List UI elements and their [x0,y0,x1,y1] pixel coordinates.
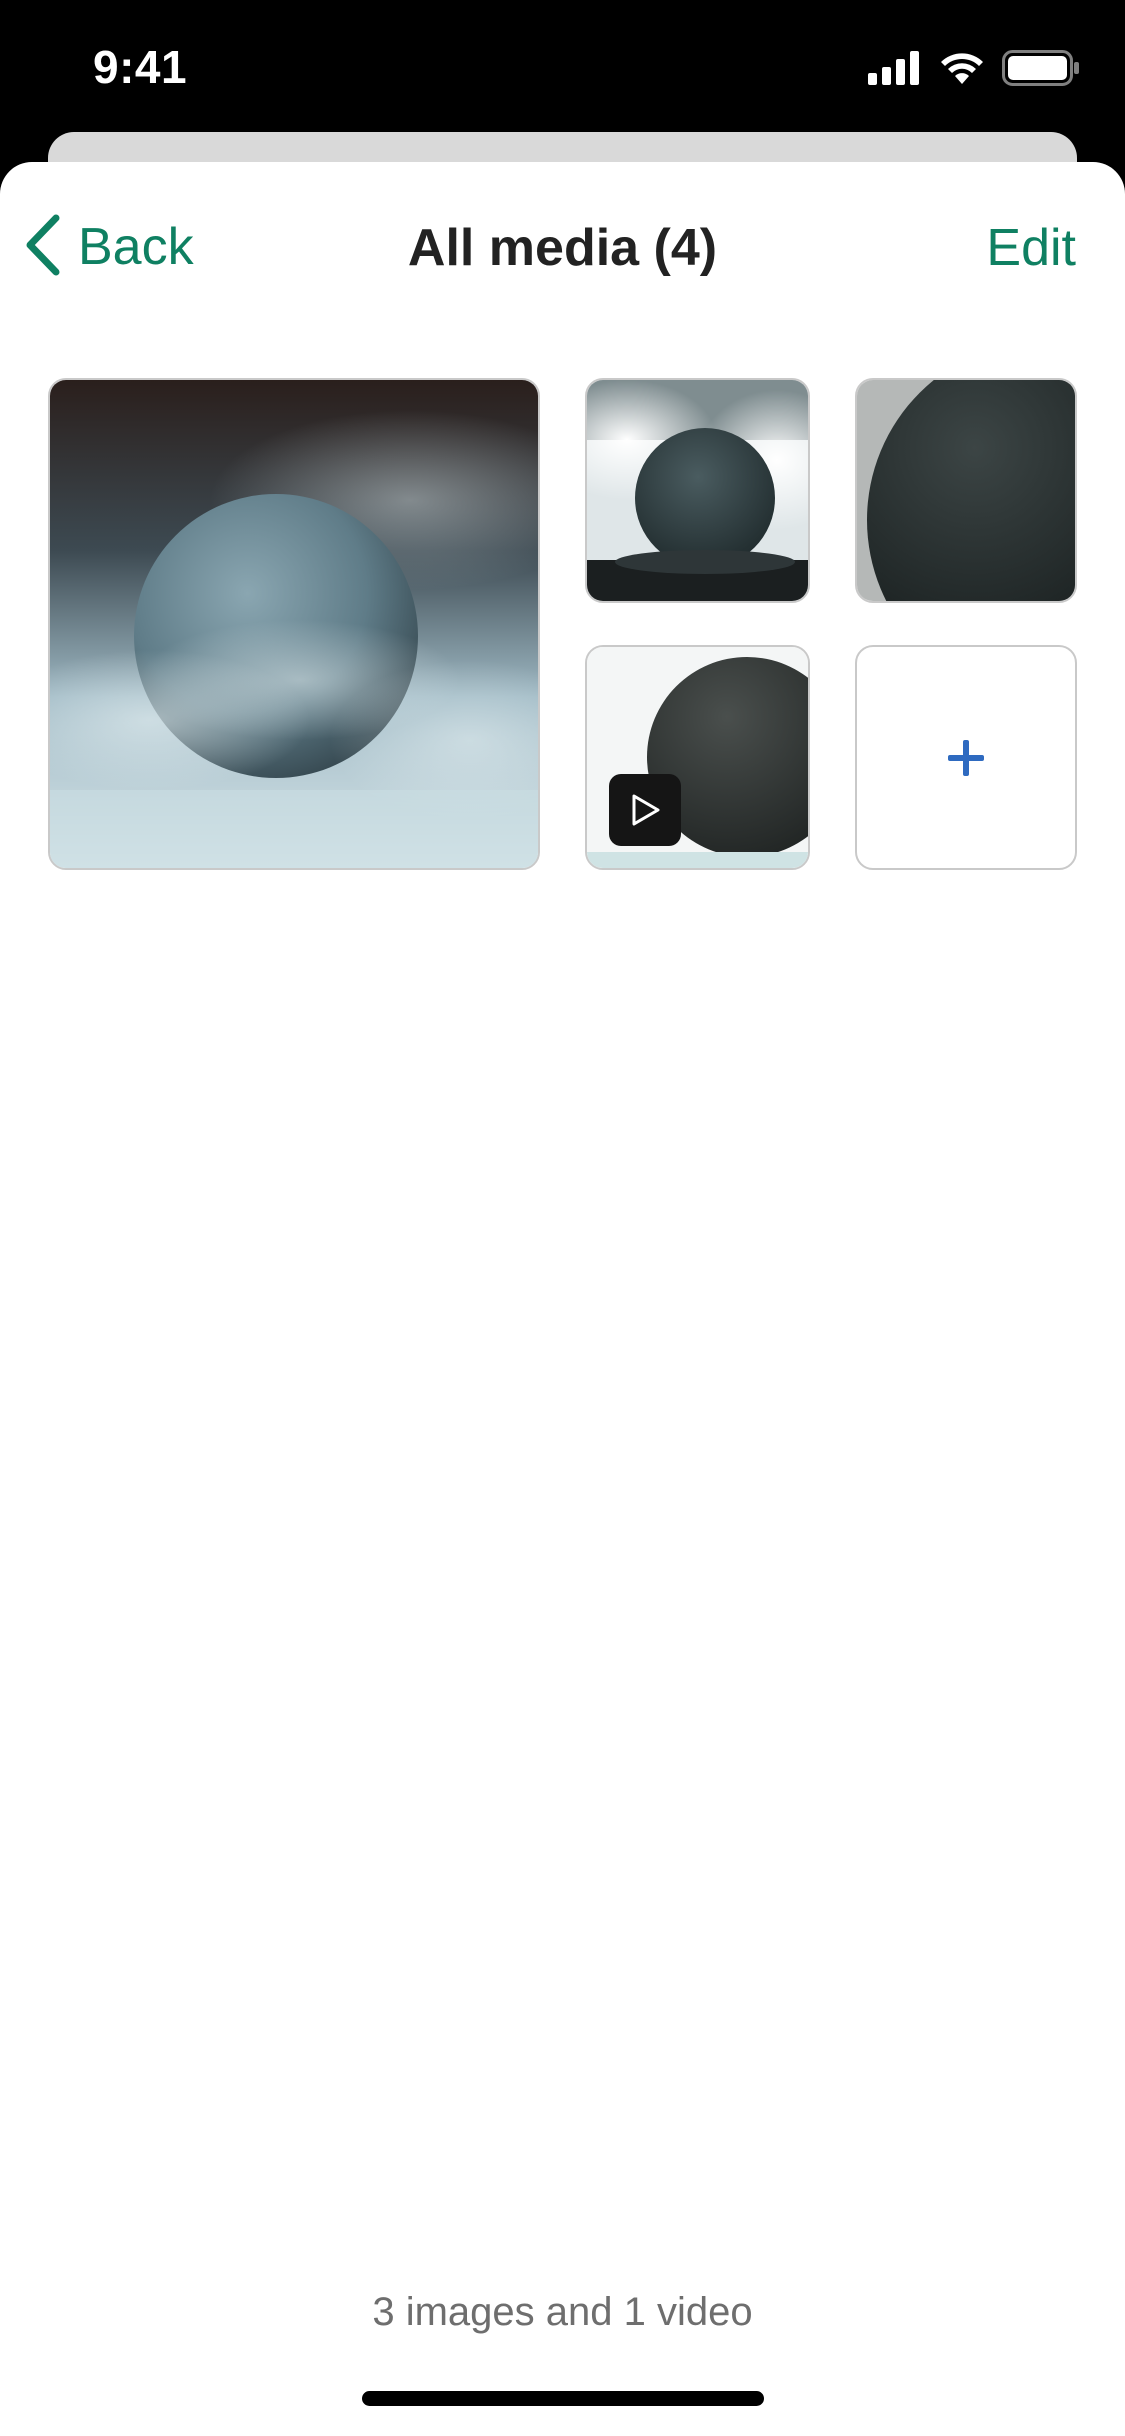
screen: 9:41 Back All media (4) Edit 3 images an… [0,0,1125,2436]
media-item-3[interactable] [855,378,1077,603]
page-title: All media (4) [407,219,718,277]
status-time: 9:41 [93,41,188,93]
play-icon [628,792,662,828]
edit-button[interactable]: Edit [986,218,1076,278]
media-item-2[interactable] [585,378,810,603]
cellular-signal-icon [868,50,922,90]
media-summary: 3 images and 1 video [372,2290,753,2334]
add-media-button[interactable] [855,645,1077,870]
status-icons [868,49,1080,91]
media-item-4[interactable] [585,645,810,870]
battery-icon [1002,49,1080,91]
home-indicator [362,2391,764,2406]
status-bar: 9:41 [0,0,1125,135]
media-sheet: Back All media (4) Edit 3 images and 1 v… [0,162,1125,2436]
wifi-icon [938,50,986,91]
media-item-1[interactable] [48,378,540,870]
video-badge [609,774,681,846]
navigation-bar: Back All media (4) Edit [0,162,1125,332]
plus-icon [946,738,986,778]
